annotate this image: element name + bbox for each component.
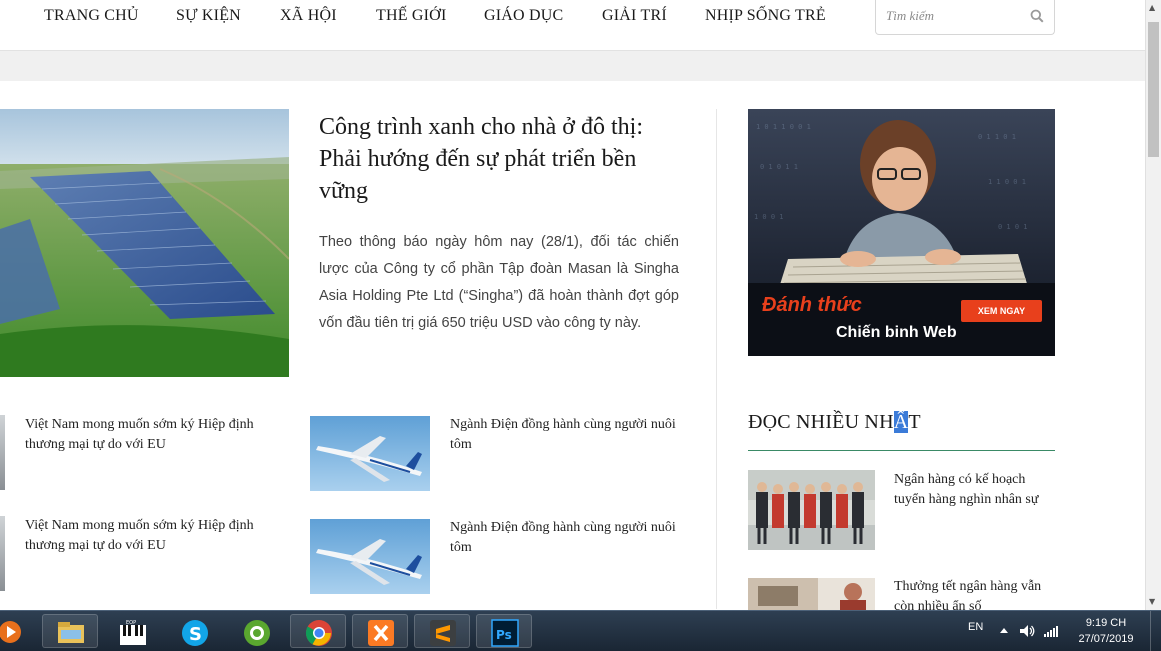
- most-read-title[interactable]: Ngân hàng có kế hoạch tuyển hàng nghìn n…: [894, 470, 1054, 510]
- article-title[interactable]: Ngành Điện đồng hành cùng người nuôi tôm: [450, 415, 685, 455]
- svg-text:Ps: Ps: [496, 628, 512, 642]
- eop-piano-icon: EOP: [120, 620, 146, 645]
- top-nav: TRANG CHỦ SỰ KIỆN XÃ HỘI THẾ GIỚI GIÁO D…: [0, 0, 1145, 51]
- header-band: [0, 51, 1145, 81]
- taskbar-app-sublime-text[interactable]: [414, 614, 470, 648]
- nav-item-youth-life[interactable]: NHỊP SỐNG TRẺ: [705, 7, 826, 25]
- nav-item-home[interactable]: TRANG CHỦ: [44, 7, 139, 25]
- svg-text:1 1 0 0 1: 1 1 0 0 1: [988, 178, 1026, 186]
- article-title[interactable]: Việt Nam mong muốn sớm ký Hiệp định thươ…: [25, 415, 285, 455]
- most-read-thumbnail-bank-staff[interactable]: [748, 470, 875, 550]
- search-input[interactable]: [886, 8, 1016, 24]
- clock-date: 27/07/2019: [1078, 633, 1134, 645]
- svg-text:0 1 1 0 1: 0 1 1 0 1: [978, 133, 1016, 141]
- svg-text:1 0 1 1 0 0 1: 1 0 1 1 0 0 1: [756, 123, 811, 131]
- article-thumbnail-airplane[interactable]: [310, 416, 430, 491]
- featured-image-solar-farm[interactable]: [0, 109, 289, 377]
- network-signal-icon[interactable]: [1042, 622, 1060, 640]
- featured-title[interactable]: Công trình xanh cho nhà ở đô thị: Phải h…: [319, 111, 679, 207]
- article-thumbnail[interactable]: [0, 516, 5, 591]
- taskbar-app-xampp[interactable]: [352, 614, 408, 648]
- file-explorer-icon: [58, 622, 84, 643]
- most-read-heading-text: ĐỌC NHIỀU NH: [748, 411, 894, 433]
- show-desktop-button[interactable]: [1150, 611, 1161, 651]
- coc-coc-browser-icon: [244, 620, 270, 646]
- svg-text:0 1 0 1 1: 0 1 0 1 1: [760, 163, 798, 171]
- ad-banner[interactable]: 1 0 1 1 0 0 1 0 1 1 0 1 0 1 0 1 1 1 1 0 0 …: [748, 109, 1055, 356]
- svg-text:1 0 0 1: 1 0 0 1: [754, 213, 784, 221]
- show-hidden-icons-icon[interactable]: [995, 622, 1013, 640]
- article-thumbnail-airplane[interactable]: [310, 519, 430, 594]
- most-read-thumbnail-tet-bonus[interactable]: [748, 578, 875, 610]
- taskbar: EOP S Ps EN 9:19 CH 27/07/2019: [0, 610, 1161, 651]
- taskbar-app-coc-coc[interactable]: [228, 614, 284, 648]
- ad-subheadline: Chiến binh Web: [836, 324, 957, 341]
- scroll-up-arrow-icon[interactable]: ▲: [1149, 4, 1159, 12]
- skype-icon: S: [182, 620, 208, 646]
- svg-text:EOP: EOP: [126, 620, 136, 626]
- nav-item-world[interactable]: THẾ GIỚI: [376, 7, 446, 25]
- taskbar-app-skype[interactable]: S: [166, 614, 222, 648]
- nav-item-entertainment[interactable]: GIẢI TRÍ: [602, 7, 667, 25]
- featured-description: Theo thông báo ngày hôm nay (28/1), đối …: [319, 234, 679, 331]
- svg-text:0 1 0 1: 0 1 0 1: [998, 223, 1028, 231]
- column-divider: [716, 109, 717, 609]
- taskbar-app-chrome[interactable]: [290, 614, 346, 648]
- article-title[interactable]: Việt Nam mong muốn sớm ký Hiệp định thươ…: [25, 516, 285, 556]
- search-icon[interactable]: [1030, 9, 1044, 23]
- article-title[interactable]: Ngành Điện đồng hành cùng người nuôi tôm: [450, 518, 685, 558]
- ad-headline: Đánh thức: [762, 294, 862, 316]
- clock-time: 9:19 CH: [1085, 617, 1127, 629]
- scroll-down-arrow-icon[interactable]: ▼: [1149, 598, 1159, 606]
- nav-item-society[interactable]: XÃ HỘI: [280, 7, 337, 25]
- search-box: [875, 0, 1055, 35]
- scrollbar-thumb[interactable]: [1148, 22, 1159, 157]
- most-read-heading: ĐỌC NHIỀU NHẤT: [748, 411, 921, 434]
- taskbar-app-media-player[interactable]: [0, 614, 26, 648]
- most-read-underline: [748, 450, 1055, 451]
- taskbar-app-photoshop[interactable]: Ps: [476, 614, 532, 648]
- photoshop-icon: Ps: [491, 619, 519, 647]
- page-scrollbar[interactable]: ▲ ▼: [1145, 0, 1161, 610]
- nav-item-events[interactable]: SỰ KIỆN: [176, 7, 241, 25]
- text-selection: Ấ: [893, 411, 909, 433]
- system-clock[interactable]: 9:19 CH 27/07/2019: [1074, 615, 1138, 647]
- article-thumbnail[interactable]: [0, 415, 5, 490]
- volume-icon[interactable]: [1018, 622, 1036, 640]
- sublime-text-icon: [430, 620, 456, 646]
- chrome-icon: [305, 620, 332, 646]
- svg-text:S: S: [189, 624, 202, 645]
- taskbar-app-file-explorer[interactable]: [42, 614, 98, 648]
- language-indicator[interactable]: EN: [968, 621, 983, 633]
- nav-item-education[interactable]: GIÁO DỤC: [484, 7, 563, 25]
- taskbar-app-eop[interactable]: EOP: [104, 614, 160, 648]
- most-read-heading-text: T: [908, 411, 921, 433]
- xampp-icon: [368, 620, 394, 646]
- ad-cta-button[interactable]: XEM NGAY: [961, 300, 1042, 322]
